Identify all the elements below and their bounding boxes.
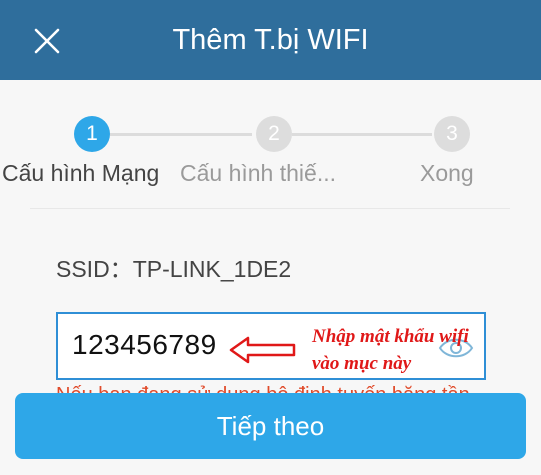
step-3-label: Xong (420, 160, 474, 186)
wifi-password-value: 123456789 (72, 329, 217, 360)
next-button[interactable]: Tiếp theo (15, 393, 526, 459)
ssid-row: SSID：TP-LINK_1DE2 (56, 250, 291, 284)
close-button[interactable] (26, 20, 68, 62)
step-1-label: Cấu hình Mạng (2, 160, 160, 186)
step-connector-1 (110, 133, 252, 136)
annotation-note: Nhập mật khẩu wifi vào mục này (312, 323, 532, 377)
step-2-label: Cấu hình thiế... (180, 160, 336, 186)
close-icon (34, 28, 60, 54)
section-divider (30, 208, 510, 209)
header-bar: Thêm T.bị WIFI (0, 0, 541, 80)
ssid-label: SSID： (56, 256, 133, 282)
annotation-line-1: Nhập mật khẩu wifi (312, 326, 469, 347)
step-1-circle: 1 (74, 116, 110, 152)
page-title: Thêm T.bị WIFI (172, 24, 369, 56)
annotation-line-2: vào mục này (312, 353, 412, 374)
step-3-circle: 3 (434, 116, 470, 152)
arrow-left-icon (229, 336, 296, 364)
step-connector-2 (292, 133, 432, 136)
ssid-value: TP-LINK_1DE2 (132, 256, 292, 282)
step-2-circle: 2 (256, 116, 292, 152)
add-wifi-device-screen: Thêm T.bị WIFI 1 2 3 Cấu hình Mạng Cấu h… (0, 0, 541, 475)
setup-stepper: 1 2 3 Cấu hình Mạng Cấu hình thiế... Xon… (0, 100, 541, 210)
